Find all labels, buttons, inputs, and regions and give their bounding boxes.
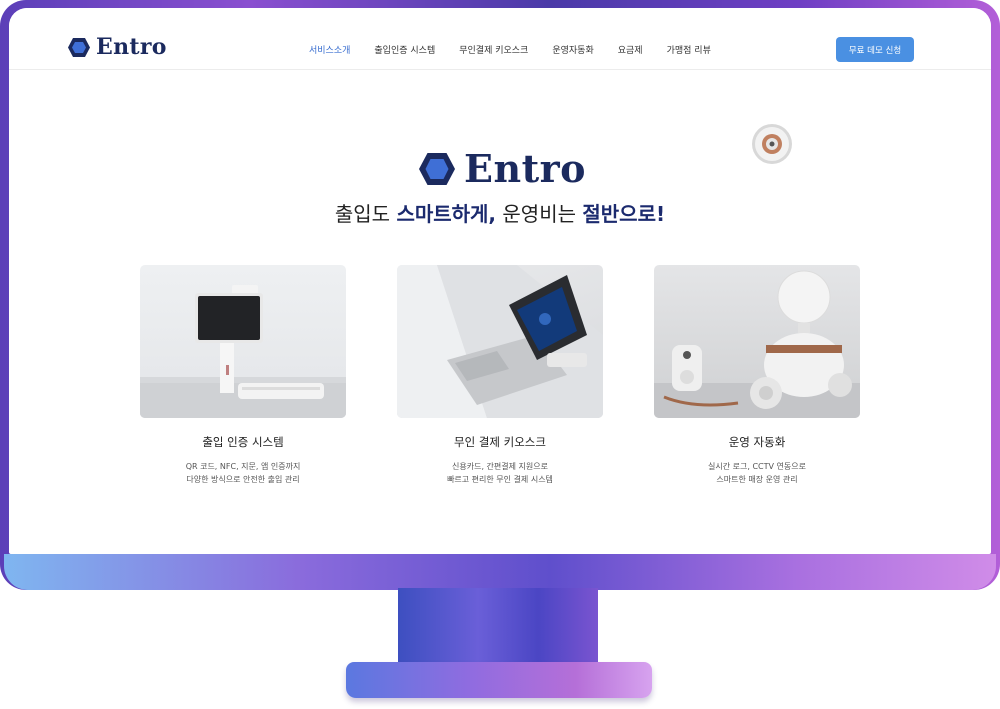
website-screen: Entro 서비스소개 출입인증 시스템 무인결제 키오스크 운영자동화 요금제…	[9, 8, 991, 554]
card-description: QR 코드, NFC, 지문, 앱 인증까지 다양한 방식으로 안전한 출입 관…	[140, 460, 346, 486]
device-decoration-icon	[752, 124, 792, 164]
hexagon-logo-icon	[419, 152, 455, 185]
tagline-part-2: 운영비는	[496, 202, 583, 226]
tagline-highlight-1: 스마트하게,	[396, 202, 497, 226]
feature-card-kiosk[interactable]: 무인 결제 키오스크 신용카드, 간편결제 지원으로 빠르고 편리한 무인 결제…	[397, 265, 603, 486]
site-header: Entro 서비스소개 출입인증 시스템 무인결제 키오스크 운영자동화 요금제…	[9, 8, 991, 70]
header-logo-text: Entro	[96, 34, 167, 60]
card-title: 출입 인증 시스템	[202, 435, 284, 449]
card-title: 운영 자동화	[728, 435, 786, 449]
header-logo[interactable]: Entro	[67, 34, 167, 60]
card-description-line: 다양한 방식으로 안전한 출입 관리	[186, 475, 300, 484]
hero-logo: Entro	[418, 146, 586, 191]
monitor-mockup: Entro 서비스소개 출입인증 시스템 무인결제 키오스크 운영자동화 요금제…	[0, 0, 1000, 709]
card-description: 실시간 로그, CCTV 연동으로 스마트한 매장 운영 관리	[654, 460, 860, 486]
monitor-stand-neck	[398, 588, 598, 668]
monitor-stand-base	[346, 662, 652, 698]
card-description-line: 빠르고 편리한 무인 결제 시스템	[447, 475, 553, 484]
card-description-line: 스마트한 매장 운영 관리	[716, 475, 798, 484]
feature-card-access[interactable]: 출입 인증 시스템 QR 코드, NFC, 지문, 앱 인증까지 다양한 방식으…	[140, 265, 346, 486]
card-description-line: 신용카드, 간편결제 지원으로	[452, 462, 548, 471]
feature-card-automation[interactable]: 운영 자동화 실시간 로그, CCTV 연동으로 스마트한 매장 운영 관리	[654, 265, 860, 486]
nav-item-kiosk[interactable]: 무인결제 키오스크	[459, 43, 528, 56]
hero-tagline: 출입도 스마트하게, 운영비는 절반으로!	[9, 198, 991, 227]
nav-item-service[interactable]: 서비스소개	[309, 43, 350, 56]
access-terminal-image	[140, 265, 346, 418]
tagline-highlight-2: 절반으로!	[582, 202, 666, 226]
service-robot-image	[654, 265, 860, 418]
free-demo-button[interactable]: 무료 데모 신청	[836, 37, 914, 62]
tagline-part-1: 출입도	[334, 202, 397, 226]
card-title: 무인 결제 키오스크	[454, 435, 546, 449]
card-description-line: 실시간 로그, CCTV 연동으로	[708, 462, 806, 471]
nav-item-access-system[interactable]: 출입인증 시스템	[374, 43, 435, 56]
main-nav: 서비스소개 출입인증 시스템 무인결제 키오스크 운영자동화 요금제 가맹점 리…	[309, 43, 735, 56]
nav-item-reviews[interactable]: 가맹점 리뷰	[667, 43, 711, 56]
nav-item-pricing[interactable]: 요금제	[618, 43, 643, 56]
hero-logo-text: Entro	[464, 146, 587, 191]
hexagon-logo-icon	[68, 37, 90, 57]
payment-kiosk-image	[397, 265, 603, 418]
card-description-line: QR 코드, NFC, 지문, 앱 인증까지	[185, 462, 301, 471]
nav-item-automation[interactable]: 운영자동화	[552, 43, 593, 56]
card-description: 신용카드, 간편결제 지원으로 빠르고 편리한 무인 결제 시스템	[397, 460, 603, 486]
